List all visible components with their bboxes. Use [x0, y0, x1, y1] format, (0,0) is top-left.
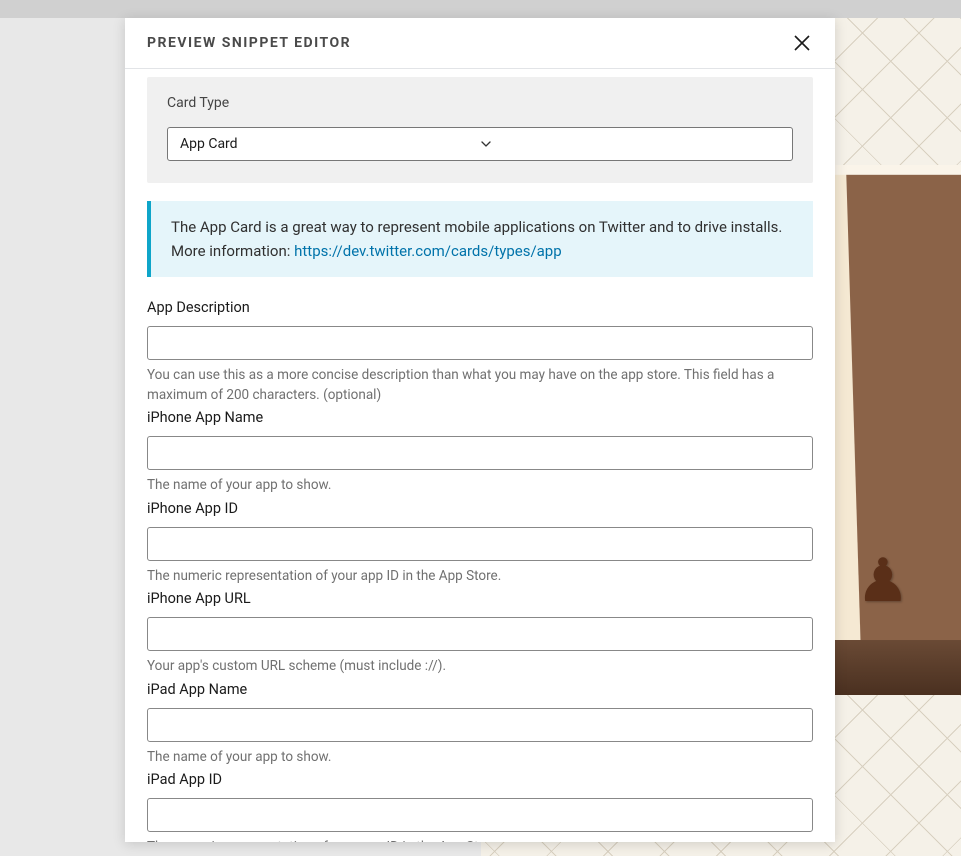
card-type-label: Card Type [167, 95, 793, 111]
ipad-app-name-input[interactable] [147, 708, 813, 742]
info-link[interactable]: https://dev.twitter.com/cards/types/app [294, 242, 562, 260]
close-icon [791, 32, 813, 54]
field-app-description: App Description You can use this as a mo… [147, 299, 813, 405]
field-label: iPad App Name [147, 681, 813, 698]
field-help: The name of your app to show. [147, 748, 813, 768]
chevron-down-icon [480, 138, 780, 150]
field-iphone-app-id: iPhone App ID The numeric representation… [147, 500, 813, 587]
field-help: The name of your app to show. [147, 476, 813, 496]
modal-header: PREVIEW SNIPPET EDITOR [125, 18, 835, 69]
field-ipad-app-id: iPad App ID The numeric representation o… [147, 771, 813, 842]
app-description-input[interactable] [147, 326, 813, 360]
chess-pawn-icon [856, 545, 886, 605]
field-iphone-app-name: iPhone App Name The name of your app to … [147, 409, 813, 496]
ipad-app-id-input[interactable] [147, 798, 813, 832]
field-label: iPhone App Name [147, 409, 813, 426]
field-help: The numeric representation of your app I… [147, 567, 813, 587]
field-label: iPad App ID [147, 771, 813, 788]
card-type-value: App Card [180, 136, 480, 152]
field-help: Your app's custom URL scheme (must inclu… [147, 657, 813, 677]
field-label: iPhone App ID [147, 500, 813, 517]
info-banner: The App Card is a great way to represent… [147, 201, 813, 277]
card-type-section: Card Type App Card [147, 77, 813, 183]
field-help: You can use this as a more concise descr… [147, 366, 813, 405]
snippet-editor-modal: PREVIEW SNIPPET EDITOR Card Type App Car… [125, 18, 835, 842]
iphone-app-id-input[interactable] [147, 527, 813, 561]
iphone-app-url-input[interactable] [147, 617, 813, 651]
modal-body: Card Type App Card The App Card is a gre… [125, 69, 835, 842]
field-label: App Description [147, 299, 813, 316]
field-label: iPhone App URL [147, 590, 813, 607]
close-button[interactable] [791, 32, 813, 54]
field-ipad-app-name: iPad App Name The name of your app to sh… [147, 681, 813, 768]
modal-title: PREVIEW SNIPPET EDITOR [147, 35, 351, 51]
field-help: The numeric representation of your app I… [147, 838, 813, 842]
field-iphone-app-url: iPhone App URL Your app's custom URL sch… [147, 590, 813, 677]
iphone-app-name-input[interactable] [147, 436, 813, 470]
card-type-select[interactable]: App Card [167, 127, 793, 161]
